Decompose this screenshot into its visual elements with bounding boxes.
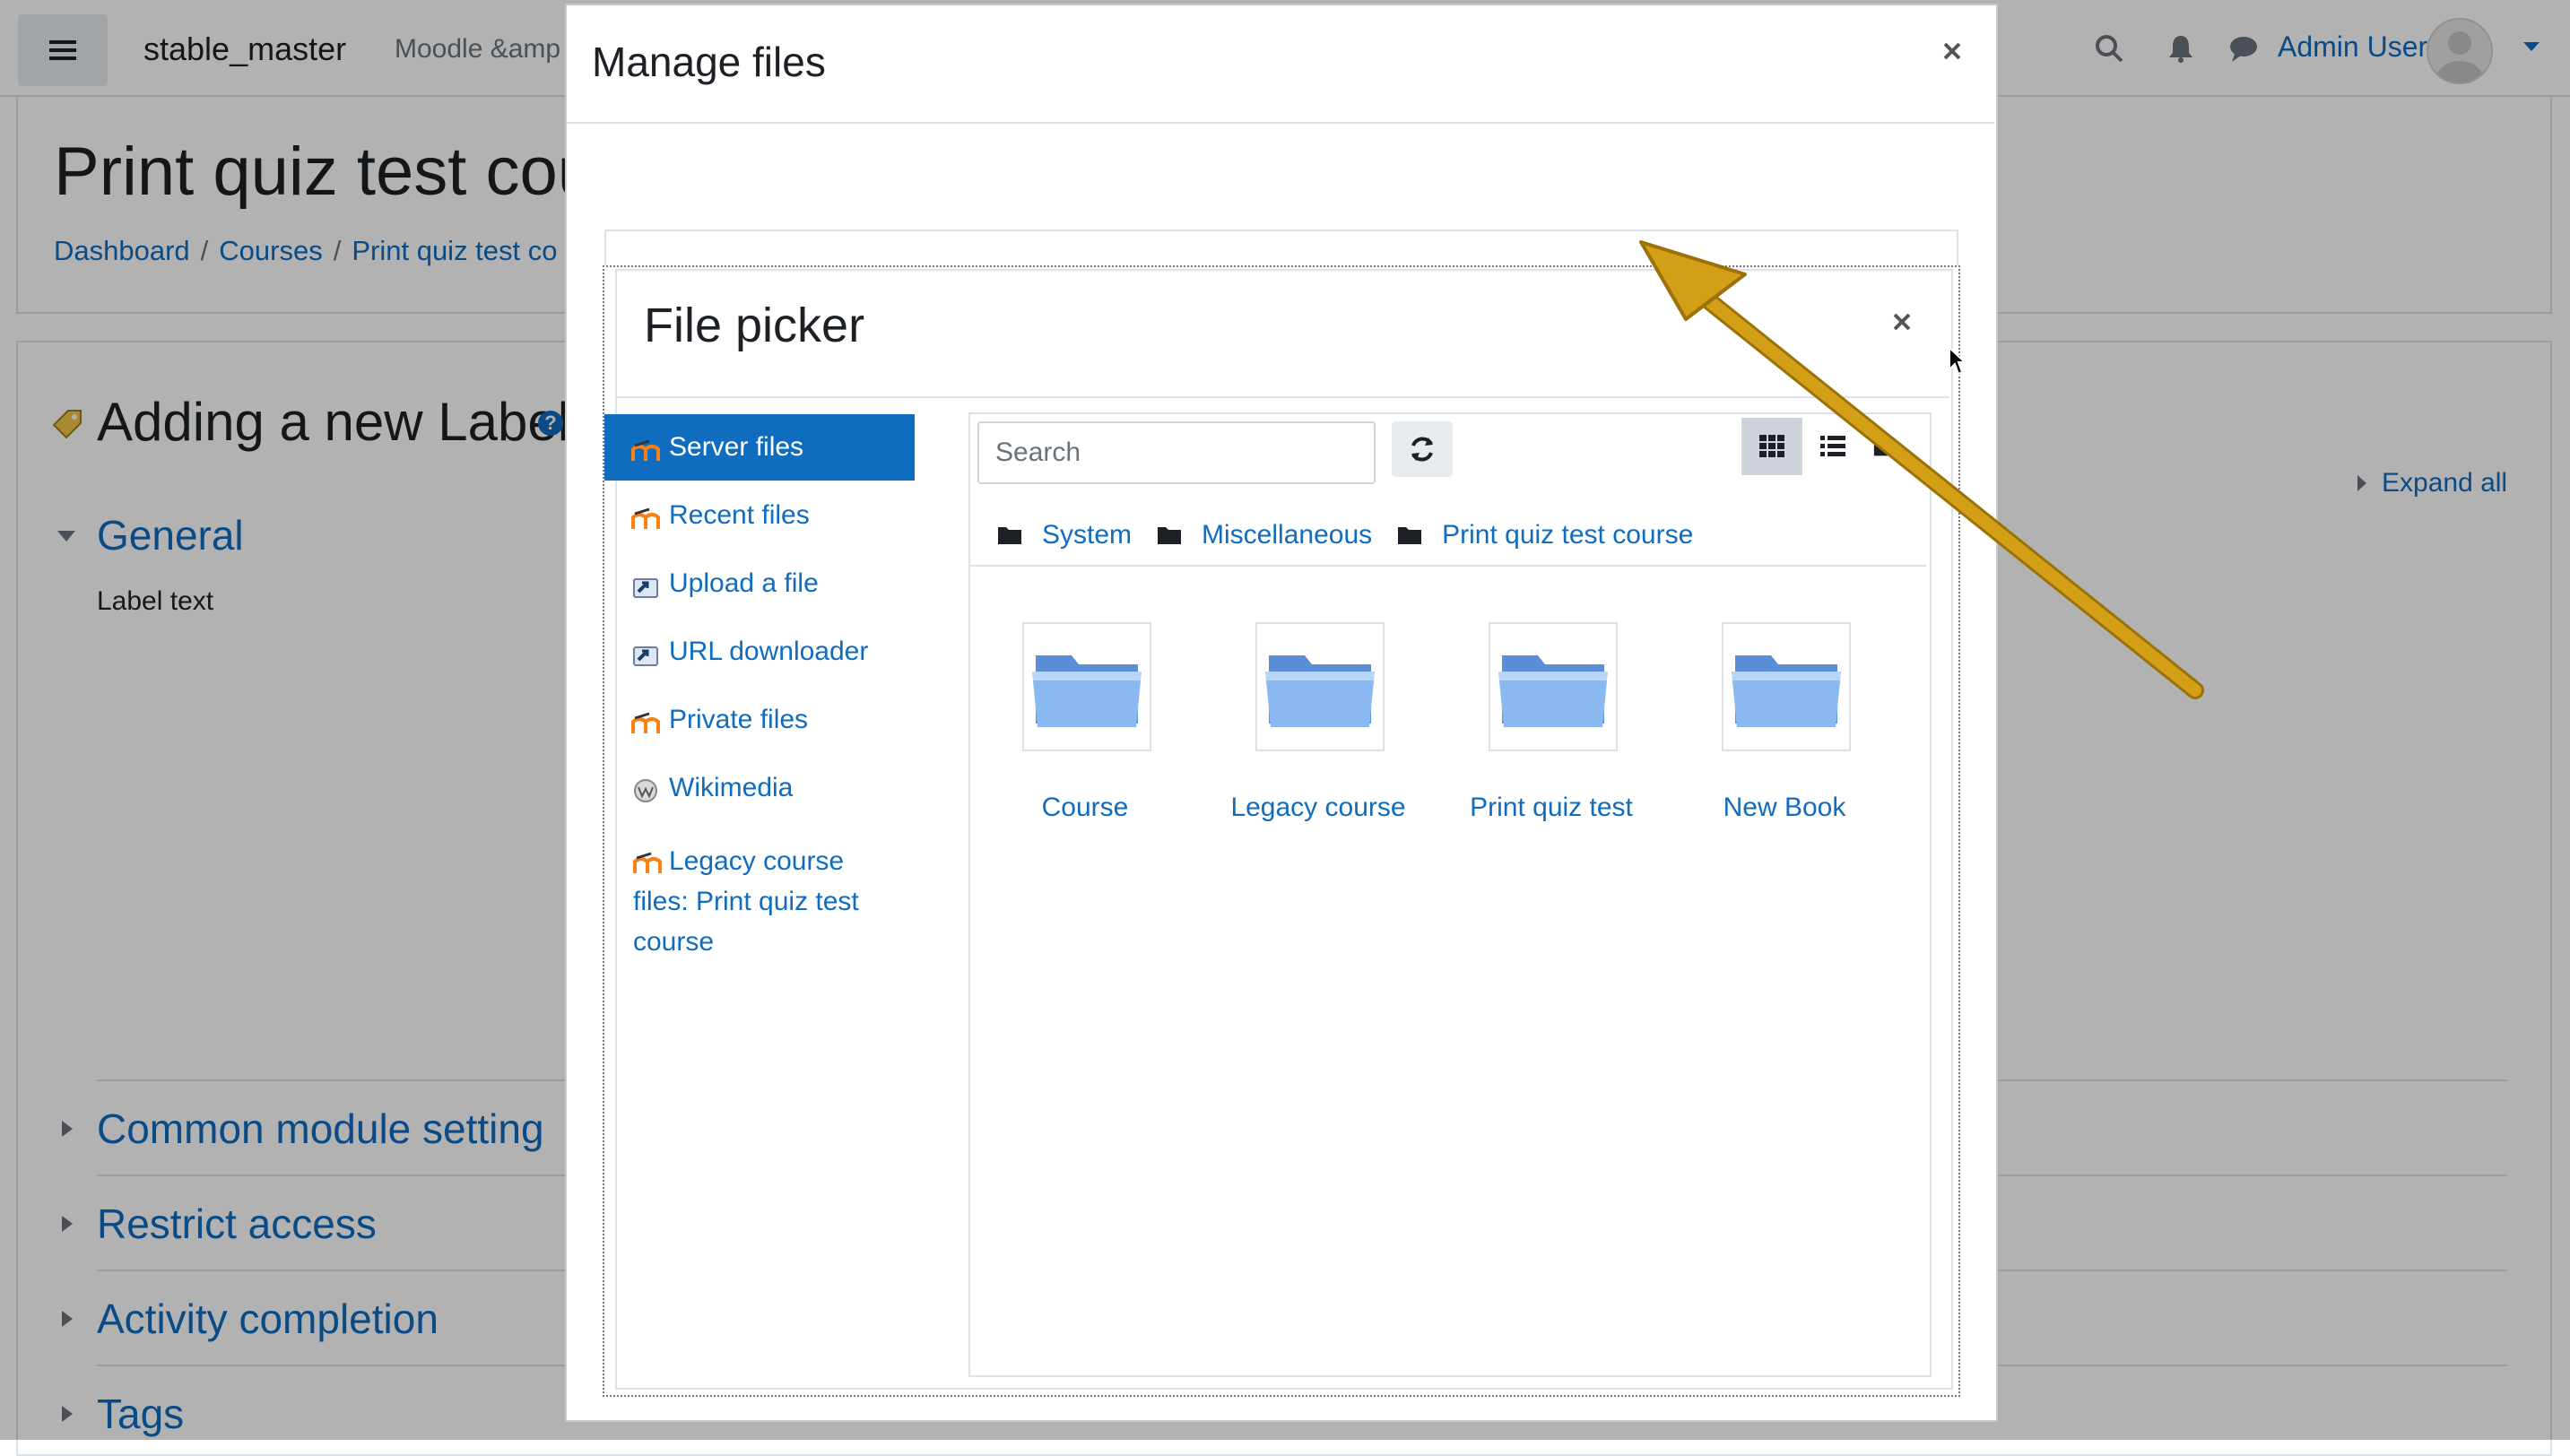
folder-thumbnail — [1722, 622, 1851, 751]
folder-thumbnail — [1489, 622, 1618, 751]
repo-label: Server files — [669, 432, 804, 462]
folder-icon — [1265, 655, 1375, 727]
repo-label: Wikimedia — [669, 773, 794, 802]
folder-tile-print-quiz-test[interactable]: Print quiz test — [1431, 622, 1664, 837]
filemanager-frame — [604, 230, 1958, 267]
moodle-icon — [631, 439, 660, 461]
folder-icon — [1398, 527, 1422, 544]
view-tree-button[interactable] — [1863, 418, 1899, 475]
folder-tile-course[interactable]: Course — [965, 622, 1198, 837]
view-list-button[interactable] — [1802, 418, 1863, 475]
folder-label: Course — [1041, 793, 1129, 822]
repo-server-files[interactable]: Server files — [604, 414, 915, 481]
folder-tile-legacy-course[interactable]: Legacy course — [1198, 622, 1431, 837]
repo-label: URL downloader — [669, 637, 869, 666]
file-picker-content — [968, 412, 1932, 1377]
file-picker-path: System Miscellaneous Print quiz test cours… — [997, 520, 1718, 550]
close-icon[interactable] — [1888, 308, 1915, 335]
list-icon — [1820, 436, 1845, 456]
repo-label: Private files — [669, 705, 809, 734]
folder-icon — [998, 527, 1021, 544]
refresh-button[interactable] — [1392, 421, 1453, 477]
grid-icon — [1759, 435, 1784, 457]
upload-icon — [633, 578, 658, 598]
close-icon[interactable] — [1937, 36, 1967, 66]
folder-thumbnail — [1255, 622, 1385, 751]
path-crumb-course[interactable]: Print quiz test course — [1442, 520, 1693, 550]
moodle-icon — [631, 507, 660, 529]
folder-thumbnail — [1022, 622, 1151, 751]
folder-icon — [1032, 655, 1142, 727]
repo-label: Legacy course files: Print quiz test cou… — [633, 846, 859, 957]
repo-legacy-course-files[interactable]: Legacy course files: Print quiz test cou… — [633, 841, 902, 962]
folder-icon — [1732, 655, 1841, 727]
refresh-icon — [1411, 437, 1433, 462]
folder-tile-new-book[interactable]: New Book — [1664, 622, 1897, 837]
repo-recent-files[interactable]: Recent files — [604, 482, 915, 549]
repo-wikimedia[interactable]: Wikimedia — [604, 755, 915, 821]
folder-label: New Book — [1723, 793, 1846, 822]
wikimedia-icon — [634, 779, 657, 802]
repo-label: Recent files — [669, 500, 810, 530]
folder-label: Print quiz test — [1470, 793, 1633, 822]
mouse-cursor-icon — [1949, 346, 1966, 376]
folder-label: Legacy course — [1230, 793, 1406, 822]
path-crumb-system[interactable]: System — [1042, 520, 1132, 550]
path-crumb-miscellaneous[interactable]: Miscellaneous — [1202, 520, 1372, 550]
repo-url-downloader[interactable]: URL downloader — [604, 619, 915, 685]
folder-icon — [1498, 655, 1608, 727]
search-input[interactable] — [977, 421, 1376, 484]
file-picker-header-divider — [617, 396, 1949, 398]
repo-label: Upload a file — [669, 568, 819, 598]
repo-upload-file[interactable]: Upload a file — [604, 550, 915, 617]
file-picker-title: File picker — [644, 299, 865, 352]
view-icons-button[interactable] — [1741, 418, 1802, 475]
manage-files-title: Manage files — [592, 39, 826, 85]
moodle-icon — [631, 712, 660, 733]
path-divider — [970, 565, 1926, 567]
repo-private-files[interactable]: Private files — [604, 687, 915, 753]
moodle-icon — [633, 852, 662, 874]
folder-icon — [1158, 527, 1182, 544]
modal-header-divider — [567, 122, 1994, 124]
upload-icon — [633, 646, 658, 666]
folder-tree-icon — [1873, 438, 1898, 456]
